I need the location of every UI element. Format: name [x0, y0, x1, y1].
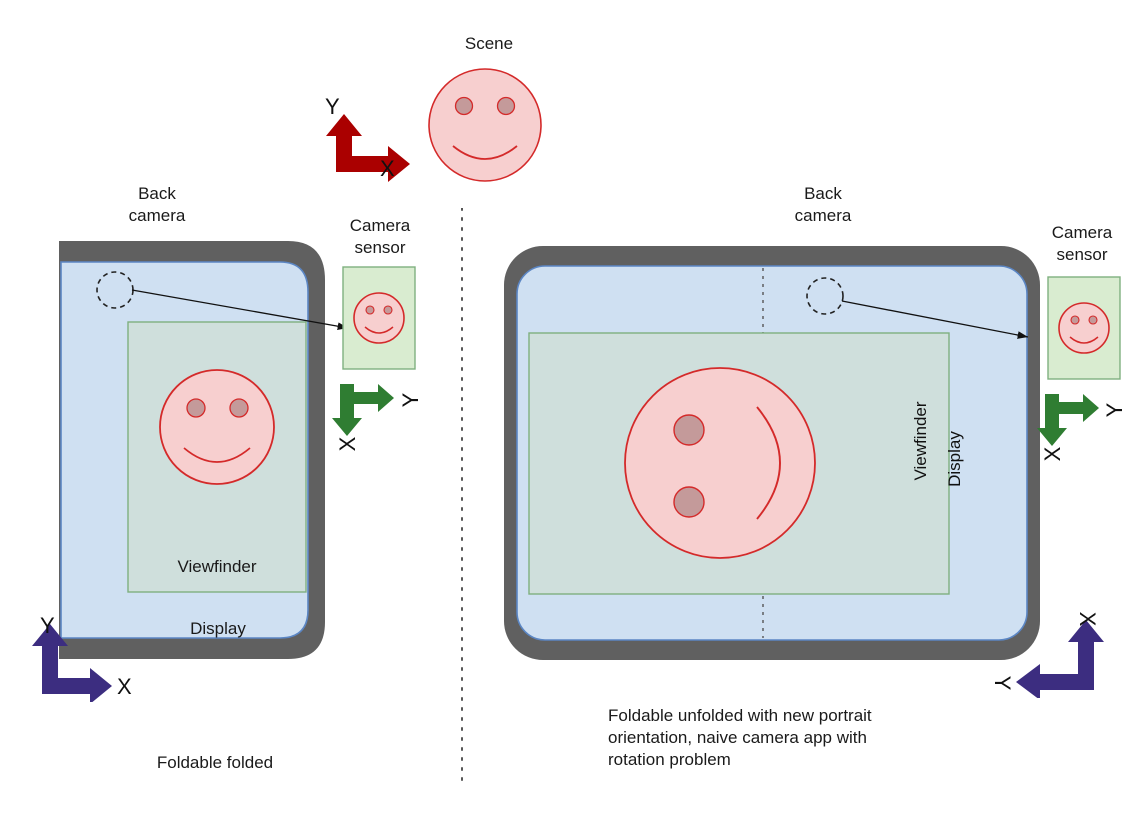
scene-label: Scene [464, 34, 514, 53]
left-sensor-axis-x-label: X [335, 436, 360, 452]
left-device-axis-x-label: X [117, 674, 132, 699]
right-device-axis-x-label: X [1075, 611, 1100, 627]
right-sensor-face [1058, 302, 1110, 354]
left-sensor-axes [332, 384, 394, 436]
right-back-camera-label: Back camera [794, 184, 852, 225]
scene-group [326, 68, 542, 182]
right-viewfinder-face [624, 367, 816, 559]
left-device-axis-y-label: Y [40, 613, 55, 638]
diagram-canvas: Y X Scene Back camera Viewfinder Display [0, 0, 1143, 831]
left-viewfinder-label: Viewfinder [177, 557, 257, 576]
right-display-label: Display [945, 431, 964, 487]
scene-axes [326, 114, 410, 182]
left-display-label: Display [190, 619, 246, 638]
right-sensor-axes [1037, 394, 1099, 446]
right-sensor-box [1047, 276, 1121, 380]
left-camera-pointer [131, 289, 349, 331]
right-device-axis-y-label: Y [990, 675, 1015, 691]
right-sensor-axis-x-label: X [1040, 446, 1065, 462]
left-sensor-box [342, 266, 416, 370]
scene-face [428, 68, 542, 182]
scene-axis-y-label: Y [325, 94, 340, 119]
right-sensor-label: Camera sensor [1051, 223, 1113, 264]
panel-divider [461, 208, 463, 788]
right-viewfinder-label: Viewfinder [911, 401, 930, 481]
left-back-camera-label: Back camera [128, 184, 186, 225]
left-viewfinder-face [159, 369, 275, 485]
right-caption: Foldable unfolded with new portrait orie… [608, 706, 872, 769]
left-caption: Foldable folded [156, 753, 274, 772]
left-sensor-axis-y-label: Y [398, 392, 423, 408]
left-sensor-face [353, 292, 405, 344]
right-sensor-axis-y-label: Y [1102, 402, 1127, 418]
scene-axis-x-label: X [380, 156, 395, 181]
left-sensor-label: Camera sensor [349, 216, 411, 257]
right-camera-pointer [841, 300, 1029, 339]
